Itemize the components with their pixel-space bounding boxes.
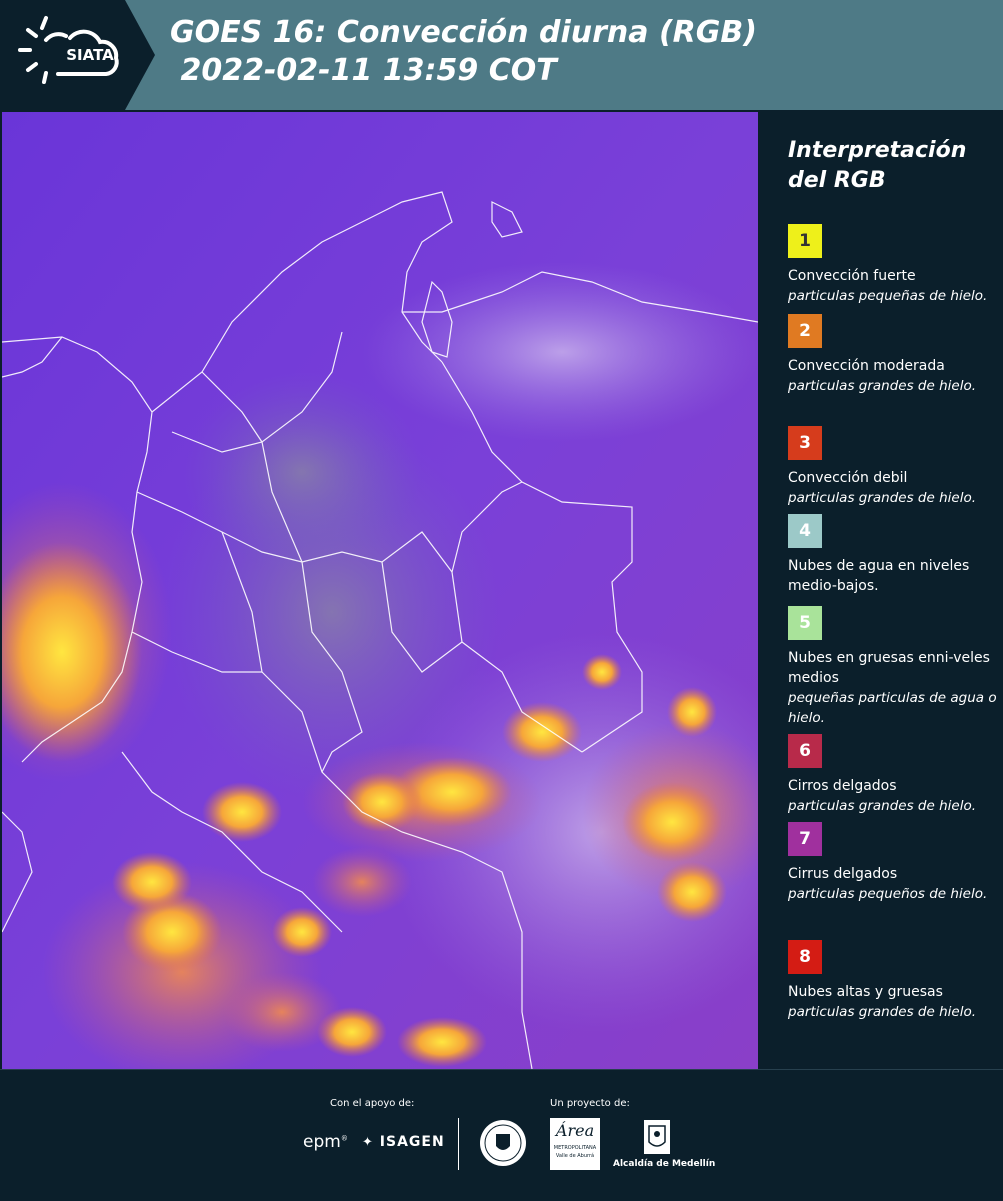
legend-item-name: Cirrus delgados [788, 866, 898, 882]
legend-swatch: 5 [788, 606, 822, 640]
legend-swatch: 4 [788, 514, 822, 548]
footer-divider [458, 1118, 459, 1170]
isagen-text: ISAGEN [379, 1134, 445, 1150]
legend-panel: Interpretación del RGB 1 Convección fuert… [760, 112, 1003, 1069]
legend-swatch: 8 [788, 940, 822, 974]
legend-swatch: 1 [788, 224, 822, 258]
title-line-1: GOES 16: Convección diurna (RGB) [170, 15, 757, 50]
legend-title-line-2: del RGB [788, 168, 886, 193]
legend-swatch: 7 [788, 822, 822, 856]
satellite-image [2, 112, 758, 1069]
epm-text: epm [303, 1132, 341, 1152]
isagen-logo: ✦ ISAGEN [362, 1134, 445, 1150]
legend-item-desc: particulas grandes de hielo. [788, 1004, 976, 1020]
logo-text: SIATA [66, 46, 114, 64]
legend-item-desc: particulas pequeños de hielo. [788, 886, 988, 902]
area-metropolitana-text: METROPOLITANA [553, 1145, 597, 1151]
legend-item-name: Nubes en gruesas enni-veles medios [788, 650, 990, 686]
isagen-icon: ✦ [362, 1135, 374, 1150]
legend-swatch: 6 [788, 734, 822, 768]
area-metropolitana-logo: Área METROPOLITANA Valle de Aburrá [550, 1118, 600, 1170]
project-label: Un proyecto de: [550, 1098, 630, 1109]
legend-item-5: 5 Nubes en gruesas enni-veles medios peque… [788, 606, 998, 728]
siata-logo: SIATA [0, 0, 155, 110]
legend-item-desc: particulas pequeñas de hielo. [788, 288, 988, 304]
legend-item-7: 7 Cirrus delgados particulas pequeños de h… [788, 822, 998, 904]
legend-item-name: Nubes altas y gruesas [788, 984, 943, 1000]
legend-swatch: 2 [788, 314, 822, 348]
legend-item-name: Nubes de agua en niveles medio-bajos. [788, 558, 970, 594]
legend-swatch: 3 [788, 426, 822, 460]
legend-item-name: Cirros delgados [788, 778, 897, 794]
legend-item-2: 2 Convección moderada particulas grandes d… [788, 314, 998, 396]
legend-item-desc: particulas grandes de hielo. [788, 490, 976, 506]
area-text: Área [555, 1121, 595, 1140]
page-title: GOES 16: Convección diurna (RGB) 2022-02… [170, 14, 757, 90]
legend-title-line-1: Interpretación [788, 138, 967, 163]
legend-item-desc: particulas grandes de hielo. [788, 798, 976, 814]
legend-item-8: 8 Nubes altas y gruesas particulas grandes… [788, 940, 998, 1022]
legend-item-name: Convección moderada [788, 358, 945, 374]
area-valle-text: Valle de Aburrá [555, 1153, 595, 1159]
legend-item-1: 1 Convección fuerte particulas pequeñas de… [788, 224, 998, 306]
legend-item-desc: particulas grandes de hielo. [788, 378, 976, 394]
legend-item-3: 3 Convección debil particulas grandes de h… [788, 426, 998, 508]
alcaldia-label: Alcaldía de Medellín [613, 1159, 716, 1169]
legend-item-name: Convección fuerte [788, 268, 916, 284]
legend-item-name: Convección debil [788, 470, 908, 486]
footer: Con el apoyo de: Un proyecto de: epm® ✦ … [0, 1069, 1003, 1201]
header-bar: SIATA GOES 16: Convección diurna (RGB) 2… [0, 0, 1003, 110]
support-label: Con el apoyo de: [330, 1098, 415, 1109]
alcaldia-shield-icon [640, 1118, 674, 1162]
medellin-seal-icon [478, 1118, 528, 1172]
title-line-2: 2022-02-11 13:59 COT [170, 53, 557, 88]
legend-item-4: 4 Nubes de agua en niveles medio-bajos. [788, 514, 998, 596]
legend-item-6: 6 Cirros delgados particulas grandes de hi… [788, 734, 998, 816]
legend-item-desc: pequeñas particulas de agua o hielo. [788, 690, 997, 726]
legend-title: Interpretación del RGB [788, 136, 966, 196]
epm-logo: epm® [303, 1132, 348, 1152]
